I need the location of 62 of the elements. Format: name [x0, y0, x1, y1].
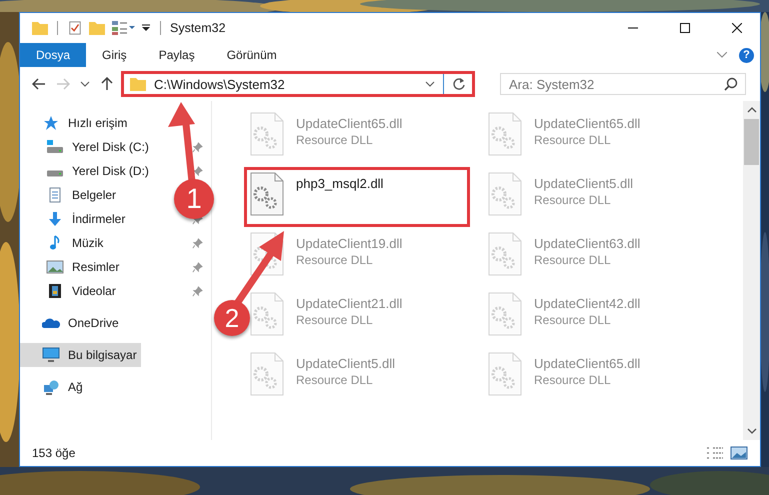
scrollbar-thumb[interactable] [744, 119, 759, 165]
customize-caret-icon[interactable] [141, 23, 151, 33]
sidebar-item[interactable]: Hızlı erişim [20, 111, 132, 135]
sidebar-item[interactable]: Yerel Disk (C:) [20, 135, 153, 159]
sidebar-item[interactable]: Yerel Disk (D:) [20, 159, 153, 183]
search-field[interactable]: Ara: System32 [500, 73, 746, 95]
address-path: C:\Windows\System32 [154, 76, 285, 92]
pin-icon[interactable] [192, 262, 203, 272]
file-type: Resource DLL [534, 193, 612, 207]
sidebar-item[interactable]: OneDrive [20, 311, 123, 335]
computer-icon [42, 347, 60, 363]
sidebar-item[interactable]: Belgeler [20, 183, 120, 207]
layout-icon[interactable] [111, 20, 135, 36]
up-icon[interactable] [100, 77, 114, 91]
drive-icon [46, 139, 64, 155]
file-name[interactable]: php3_msql2.dll [296, 176, 384, 191]
sidebar-item[interactable]: Resimler [20, 255, 124, 279]
pictures-icon [46, 259, 64, 275]
file-type: Resource DLL [534, 313, 612, 327]
ribbon-tab[interactable]: Dosya [20, 43, 86, 67]
sidebar-item[interactable]: İndirmeler [20, 207, 130, 231]
address-caret-icon[interactable] [425, 81, 435, 87]
scroll-down-icon[interactable] [746, 428, 756, 434]
pin-icon[interactable] [192, 166, 203, 176]
back-icon[interactable] [32, 77, 46, 91]
window-title: System32 [170, 21, 226, 35]
drive-icon [46, 170, 64, 177]
file-type: Resource DLL [296, 373, 374, 387]
properties-icon[interactable] [67, 21, 83, 35]
settings-file-icon[interactable] [250, 172, 284, 216]
large-icons-view-icon[interactable] [730, 446, 748, 460]
sidebar-item[interactable]: Ağ [20, 375, 87, 399]
item-count: 153 öğe [32, 446, 76, 460]
file-type: Resource DLL [296, 313, 374, 327]
file-type: Resource DLL [534, 373, 612, 387]
help-button[interactable]: ? [739, 48, 754, 62]
expand-ribbon-icon[interactable] [717, 52, 727, 58]
maximize-icon [680, 23, 690, 33]
details-view-icon[interactable] [706, 446, 724, 460]
refresh-icon[interactable] [452, 77, 466, 91]
file-type: Resource DLL [534, 133, 612, 147]
pin-icon[interactable] [192, 238, 203, 248]
file-type: Resource DLL [296, 133, 374, 147]
file-type: Resource DLL [534, 253, 612, 267]
search-icon[interactable] [724, 77, 738, 91]
close-icon [732, 23, 742, 33]
scroll-up-icon[interactable] [746, 107, 756, 113]
file-type: Resource DLL [296, 253, 374, 267]
highlighted-file-item[interactable]: php3_msql2.dll [244, 167, 470, 227]
address-bar[interactable]: C:\Windows\System32 [121, 71, 475, 97]
pin-icon[interactable] [192, 286, 203, 296]
folder-icon [130, 77, 146, 91]
sidebar-item[interactable]: Müzik [20, 231, 108, 255]
star-icon [42, 115, 60, 131]
sidebar-item[interactable]: Videolar [20, 279, 120, 303]
recent-caret-icon[interactable] [80, 81, 90, 87]
sidebar-item[interactable]: Bu bilgisayar [20, 343, 141, 367]
film-icon [46, 283, 64, 299]
download-icon [46, 211, 64, 227]
pin-icon[interactable] [192, 142, 203, 152]
scrollbar[interactable] [743, 101, 760, 440]
network-icon [42, 379, 60, 395]
